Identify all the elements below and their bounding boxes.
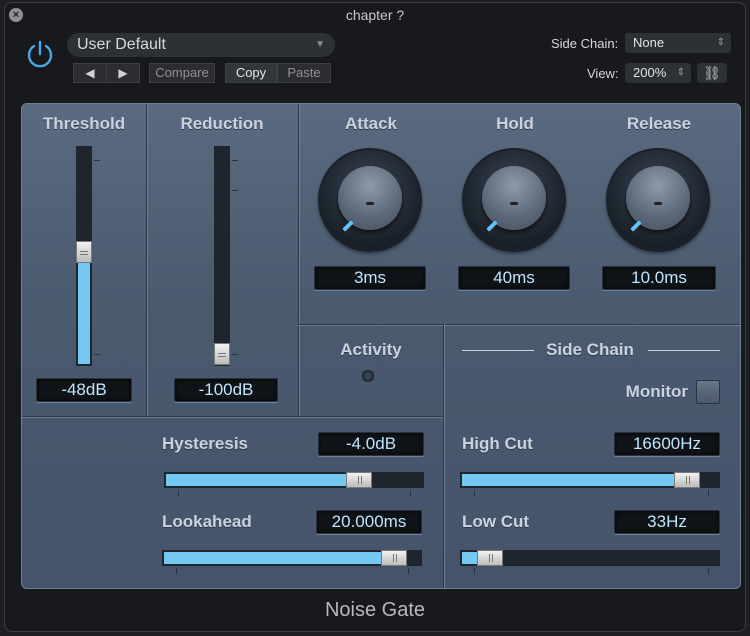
high-cut-slider-thumb[interactable] — [674, 472, 700, 488]
copy-button[interactable]: Copy — [225, 63, 277, 83]
plugin-name: Noise Gate — [324, 599, 426, 621]
previous-preset-button[interactable]: ◀ — [73, 63, 107, 83]
high-cut-fill — [462, 474, 688, 486]
release-label: Release — [626, 114, 692, 133]
tick-mark — [232, 354, 238, 355]
divider — [443, 324, 444, 588]
side-chain-label: Side Chain: — [551, 36, 619, 51]
plugin-header: User Default ▼ ◀ ▶ Compare Copy Paste Si… — [5, 27, 745, 97]
tick-mark — [178, 490, 179, 496]
attack-readout[interactable]: 3ms — [314, 266, 426, 290]
tick-mark — [94, 160, 100, 161]
plugin-window: chapter ? × User Default ▼ ◀ ▶ Compare C… — [4, 2, 746, 632]
monitor-label: Monitor — [625, 382, 688, 401]
preset-name: User Default — [77, 36, 166, 53]
high-cut-readout[interactable]: 16600Hz — [614, 432, 720, 456]
hysteresis-readout[interactable]: -4.0dB — [318, 432, 424, 456]
preset-menu[interactable]: User Default ▼ — [67, 33, 335, 57]
high-cut-label: High Cut — [462, 434, 533, 453]
low-cut-readout[interactable]: 33Hz — [614, 510, 720, 534]
side-chain-value: None — [633, 35, 665, 50]
view-zoom-select[interactable]: 200% ⇕ — [625, 63, 691, 83]
knob-indicator — [630, 220, 642, 232]
lookahead-readout[interactable]: 20.000ms — [316, 510, 422, 534]
view-zoom-value: 200% — [633, 65, 667, 80]
view-label: View: — [587, 66, 619, 81]
attack-label: Attack — [345, 114, 397, 133]
hysteresis-fill — [166, 474, 360, 486]
monitor-checkbox[interactable] — [696, 380, 720, 404]
divider — [22, 416, 444, 417]
tick-mark — [708, 490, 709, 496]
reduction-slider-thumb[interactable] — [214, 343, 230, 365]
dropdown-caret-icon: ⇕ — [716, 37, 725, 48]
side-chain-select[interactable]: None ⇕ — [625, 33, 731, 53]
tick-mark — [708, 568, 709, 574]
knob-indicator — [342, 220, 354, 232]
attack-knob[interactable] — [318, 148, 422, 252]
lookahead-slider-thumb[interactable] — [381, 550, 407, 566]
threshold-slider-thumb[interactable] — [76, 241, 92, 263]
low-cut-label: Low Cut — [462, 512, 530, 531]
high-cut-slider[interactable] — [460, 472, 720, 488]
tick-mark — [408, 568, 409, 574]
reduction-slider[interactable] — [214, 146, 230, 366]
threshold-readout[interactable]: -48dB — [36, 378, 132, 402]
reduction-label: Reduction — [180, 114, 264, 133]
knob-indicator — [486, 220, 498, 232]
tick-mark — [410, 490, 411, 496]
hysteresis-slider[interactable] — [164, 472, 424, 488]
window-title: chapter ? — [345, 7, 405, 23]
link-icon[interactable]: ⛓ — [697, 63, 727, 83]
knob-cap — [626, 166, 690, 230]
hysteresis-label: Hysteresis — [162, 434, 249, 453]
activity-label: Activity — [340, 340, 402, 359]
side-chain-heading: Side Chain — [546, 340, 634, 359]
hold-readout[interactable]: 40ms — [458, 266, 570, 290]
hold-knob[interactable] — [462, 148, 566, 252]
tick-mark — [232, 190, 238, 191]
tick-mark — [232, 160, 238, 161]
close-icon[interactable]: × — [9, 8, 23, 22]
paste-button[interactable]: Paste — [277, 63, 331, 83]
lookahead-fill — [164, 552, 395, 564]
side-chain-rule — [648, 350, 720, 351]
tick-mark — [94, 354, 100, 355]
release-knob[interactable] — [606, 148, 710, 252]
threshold-slider[interactable] — [76, 146, 92, 366]
threshold-fill — [78, 248, 90, 364]
reduction-readout[interactable]: -100dB — [174, 378, 278, 402]
knob-cap — [338, 166, 402, 230]
low-cut-slider-thumb[interactable] — [477, 550, 503, 566]
dropdown-caret-icon: ⇕ — [676, 67, 685, 78]
activity-led — [362, 370, 374, 382]
tick-mark — [474, 490, 475, 496]
noise-gate-panel: Threshold -48dB Reduction -100dB Attack … — [21, 103, 741, 589]
divider — [298, 324, 740, 325]
tick-mark — [176, 568, 177, 574]
release-readout[interactable]: 10.0ms — [602, 266, 716, 290]
low-cut-slider[interactable] — [460, 550, 720, 566]
lookahead-slider[interactable] — [162, 550, 422, 566]
divider — [146, 104, 147, 416]
tick-mark — [474, 568, 475, 574]
hysteresis-slider-thumb[interactable] — [346, 472, 372, 488]
dropdown-caret-icon: ▼ — [315, 39, 325, 50]
lookahead-label: Lookahead — [162, 512, 252, 531]
knob-cap — [482, 166, 546, 230]
next-preset-button[interactable]: ▶ — [106, 63, 140, 83]
threshold-label: Threshold — [42, 114, 126, 133]
side-chain-rule — [462, 350, 534, 351]
divider — [298, 104, 299, 416]
power-icon[interactable] — [25, 39, 55, 69]
compare-button[interactable]: Compare — [149, 63, 215, 83]
hold-label: Hold — [496, 114, 534, 133]
